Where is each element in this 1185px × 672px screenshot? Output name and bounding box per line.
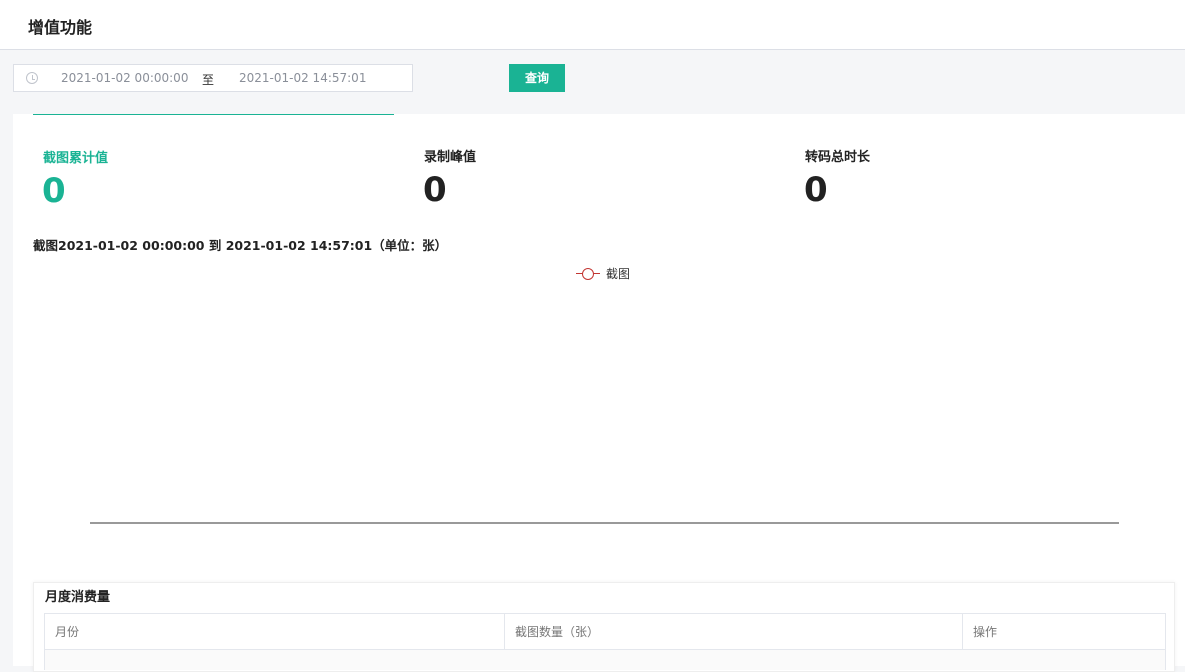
stat-tab-screenshot-total[interactable]: 截图累计值 0 bbox=[33, 114, 394, 224]
main-card: 截图累计值 0 录制峰值 0 转码总时长 0 截图2021-01-02 00:0… bbox=[13, 114, 1185, 672]
stat-label: 截图累计值 bbox=[43, 151, 109, 166]
stat-label: 转码总时长 bbox=[805, 150, 871, 165]
query-button[interactable]: 查询 bbox=[509, 64, 565, 92]
stat-value: 0 bbox=[804, 170, 828, 210]
stat-tab-recording-peak[interactable]: 录制峰值 0 bbox=[414, 114, 775, 224]
legend-label: 截图 bbox=[606, 266, 631, 281]
range-separator: 至 bbox=[202, 73, 215, 87]
column-header-screenshot-count[interactable]: 截图数量（张） bbox=[505, 614, 963, 649]
chart-title: 截图2021-01-02 00:00:00 到 2021-01-02 14:57… bbox=[33, 238, 448, 253]
chart-legend[interactable]: 截图 bbox=[576, 266, 631, 281]
stat-tab-transcode-duration[interactable]: 转码总时长 0 bbox=[795, 114, 1156, 224]
start-date-input[interactable]: 2021-01-02 00:00:00 bbox=[61, 71, 188, 85]
page-title: 增值功能 bbox=[28, 18, 93, 37]
stat-label: 录制峰值 bbox=[424, 150, 477, 165]
monthly-usage-card: 月度消费量 月份 截图数量（张） 操作 bbox=[33, 582, 1175, 672]
column-header-month[interactable]: 月份 bbox=[45, 614, 505, 649]
table-title: 月度消费量 bbox=[45, 590, 111, 605]
end-date-input[interactable]: 2021-01-02 14:57:01 bbox=[239, 71, 366, 85]
monthly-usage-table: 月份 截图数量（张） 操作 bbox=[44, 613, 1166, 670]
table-header: 月份 截图数量（张） 操作 bbox=[45, 614, 1165, 650]
page-header: 增值功能 bbox=[0, 0, 1185, 50]
column-header-action[interactable]: 操作 bbox=[963, 614, 1165, 649]
stat-value: 0 bbox=[42, 171, 66, 211]
stat-value: 0 bbox=[423, 170, 447, 210]
table-row bbox=[45, 650, 1165, 670]
clock-icon bbox=[26, 72, 38, 84]
date-range-picker[interactable]: 2021-01-02 00:00:00 至 2021-01-02 14:57:0… bbox=[13, 64, 413, 92]
line-marker-icon bbox=[576, 266, 600, 280]
line-chart bbox=[90, 522, 1119, 524]
filter-bar: 2021-01-02 00:00:00 至 2021-01-02 14:57:0… bbox=[0, 50, 1185, 114]
